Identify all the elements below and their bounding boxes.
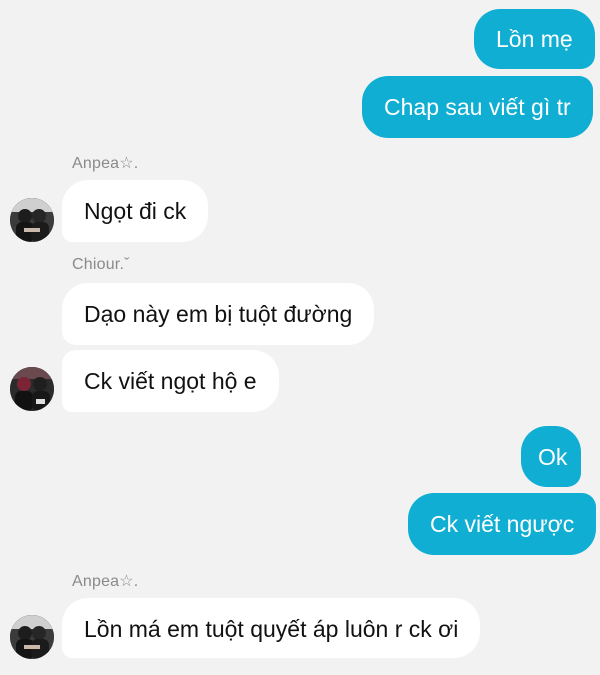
sender-name: Anpea☆. <box>72 573 139 590</box>
outgoing-message[interactable]: Ck viết ngược <box>408 493 597 555</box>
incoming-message[interactable]: Ck viết ngọt hộ e <box>62 350 279 412</box>
sender-name: Chiour.ˇ <box>72 256 130 273</box>
incoming-message[interactable]: Lồn má em tuột quyết áp luôn r ck ơi <box>62 598 481 658</box>
avatar-photo-icon <box>10 367 54 411</box>
sender-name: Anpea☆. <box>72 155 139 172</box>
avatar[interactable] <box>10 198 54 242</box>
avatar-photo-icon <box>10 615 54 659</box>
incoming-message[interactable]: Ngọt đi ck <box>62 180 209 242</box>
chat-thread: Lồn mẹ Chap sau viết gì tr Anpea☆. Ngọt … <box>0 0 600 675</box>
outgoing-message[interactable]: Chap sau viết gì tr <box>362 76 593 138</box>
avatar-photo-icon <box>10 198 54 242</box>
outgoing-message[interactable]: Ok <box>521 426 582 487</box>
outgoing-message[interactable]: Lồn mẹ <box>474 9 595 69</box>
avatar[interactable] <box>10 367 54 411</box>
avatar[interactable] <box>10 615 54 659</box>
incoming-message[interactable]: Dạo này em bị tuột đường <box>62 283 375 345</box>
